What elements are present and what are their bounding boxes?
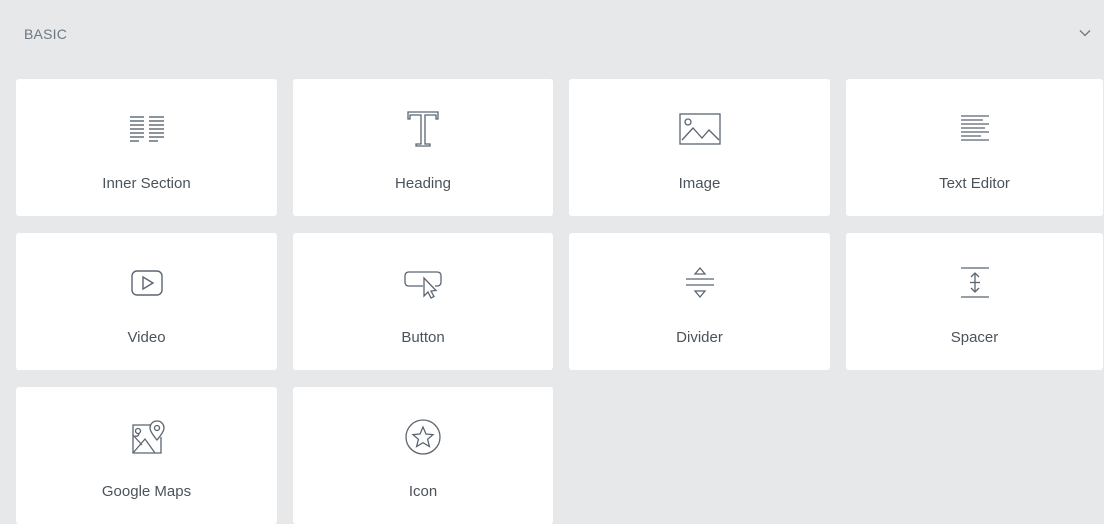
button-icon	[401, 263, 445, 303]
widget-label: Inner Section	[102, 175, 191, 192]
widget-text-editor[interactable]: Text Editor	[846, 79, 1103, 216]
widget-label: Button	[401, 329, 445, 346]
video-icon	[125, 263, 169, 303]
widgets-panel: BASIC Inner Section Heading Image Text E…	[0, 0, 1104, 524]
widget-label: Text Editor	[939, 175, 1010, 192]
widget-divider[interactable]: Divider	[569, 233, 830, 370]
section-title: BASIC	[24, 26, 68, 42]
inner-section-icon	[125, 109, 169, 149]
heading-icon	[401, 109, 445, 149]
widget-heading[interactable]: Heading	[293, 79, 553, 216]
google-maps-icon	[125, 417, 169, 457]
text-editor-icon	[953, 109, 997, 149]
widget-image[interactable]: Image	[569, 79, 830, 216]
widgets-grid: Inner Section Heading Image Text Editor …	[16, 79, 1103, 524]
widget-label: Heading	[395, 175, 451, 192]
widget-button[interactable]: Button	[293, 233, 553, 370]
widget-label: Divider	[676, 329, 723, 346]
chevron-down-icon[interactable]	[1078, 26, 1092, 40]
widget-label: Spacer	[950, 329, 999, 346]
widget-label: Image	[678, 175, 721, 192]
widget-inner-section[interactable]: Inner Section	[16, 79, 277, 216]
widget-video[interactable]: Video	[16, 233, 277, 370]
section-header-basic[interactable]: BASIC	[0, 0, 1104, 70]
image-icon	[678, 109, 722, 149]
widget-label: Google Maps	[101, 483, 192, 500]
widget-label: Icon	[408, 483, 438, 500]
divider-icon	[678, 263, 722, 303]
spacer-icon	[953, 263, 997, 303]
widget-icon[interactable]: Icon	[293, 387, 553, 524]
widget-google-maps[interactable]: Google Maps	[16, 387, 277, 524]
widget-label: Video	[127, 329, 166, 346]
widget-spacer[interactable]: Spacer	[846, 233, 1103, 370]
star-icon	[401, 417, 445, 457]
